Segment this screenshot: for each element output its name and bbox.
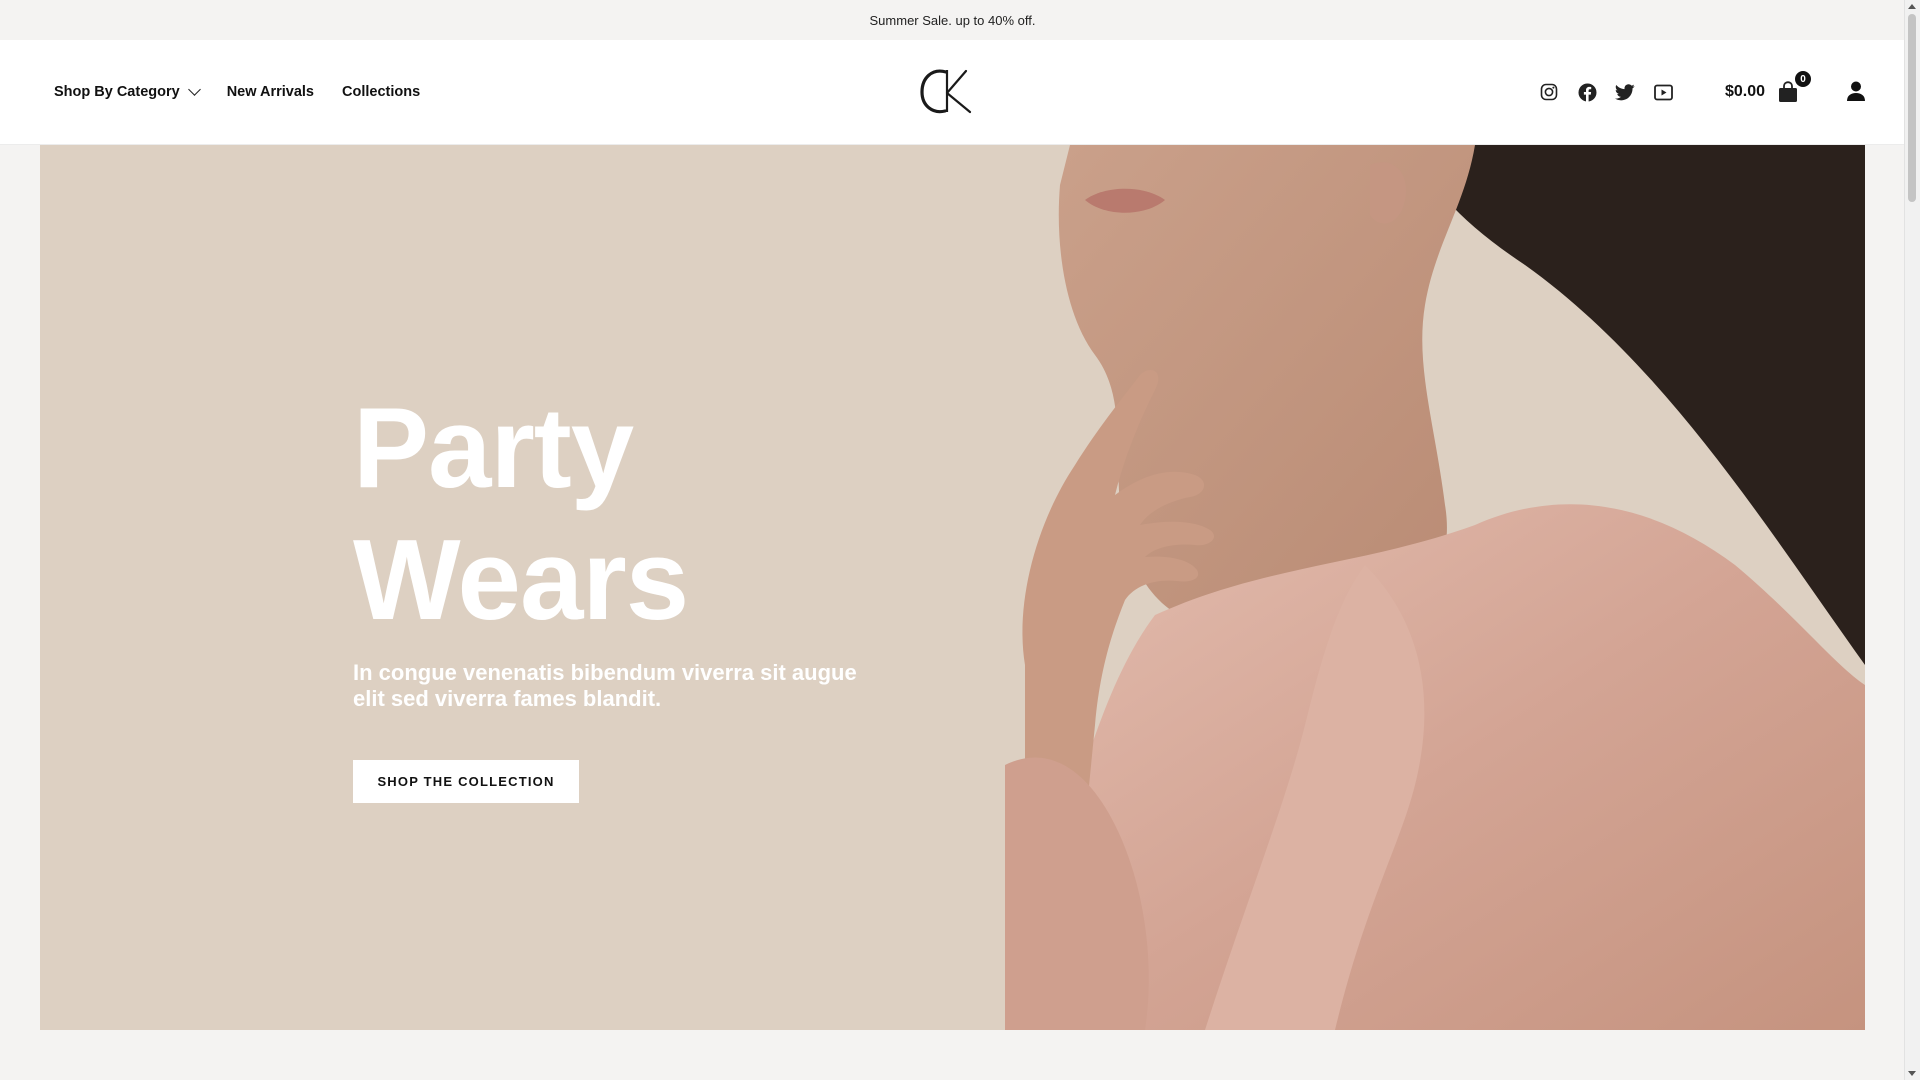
user-icon[interactable] bbox=[1845, 80, 1867, 104]
cart-total: $0.00 bbox=[1725, 83, 1766, 100]
nav-item-label: Shop By Category bbox=[54, 84, 180, 100]
announcement-bar: Summer Sale. up to 40% off. bbox=[0, 0, 1905, 41]
twitter-icon[interactable] bbox=[1615, 82, 1635, 102]
hero-image bbox=[1005, 145, 1865, 1030]
nav-item-new-arrivals[interactable]: New Arrivals bbox=[227, 84, 314, 100]
scroll-down-arrow-icon[interactable] bbox=[1908, 1071, 1916, 1076]
youtube-icon[interactable] bbox=[1653, 82, 1673, 102]
cart-count-badge: 0 bbox=[1795, 71, 1812, 87]
hero-subtitle: In congue venenatis bibendum viverra sit… bbox=[353, 660, 857, 711]
chevron-down-icon bbox=[187, 83, 201, 96]
social-links bbox=[1539, 40, 1673, 144]
scrollbar-thumb[interactable] bbox=[1908, 14, 1916, 202]
hero-title: Party Wears bbox=[353, 383, 853, 647]
nav-item-label: Collections bbox=[342, 84, 421, 100]
site-header: Shop By Category New Arrivals Collection… bbox=[0, 40, 1905, 145]
nav-item-label: New Arrivals bbox=[226, 84, 314, 100]
shopping-bag-icon: 0 bbox=[1777, 71, 1812, 103]
scroll-up-arrow-icon[interactable] bbox=[1908, 4, 1916, 9]
nav-item-shop-by-category[interactable]: Shop By Category bbox=[54, 83, 201, 100]
hero-title-line-1: Party bbox=[353, 385, 634, 512]
announcement-text: Summer Sale. up to 40% off. bbox=[869, 12, 1036, 28]
cart-button[interactable]: $0.00 0 bbox=[1725, 40, 1812, 144]
facebook-icon[interactable] bbox=[1577, 82, 1597, 102]
hero-banner: Party Wears In congue venenatis bibendum… bbox=[40, 145, 1865, 1030]
nav-item-collections[interactable]: Collections bbox=[342, 84, 420, 100]
instagram-icon[interactable] bbox=[1539, 82, 1559, 102]
logo-mark bbox=[920, 69, 972, 114]
main-nav: Shop By Category New Arrivals Collection… bbox=[54, 40, 420, 144]
site-logo[interactable] bbox=[916, 64, 976, 118]
page-scrollbar[interactable] bbox=[1904, 0, 1920, 1080]
shop-the-collection-button[interactable]: SHOP THE COLLECTION bbox=[353, 760, 579, 803]
hero-title-line-2: Wears bbox=[353, 517, 689, 644]
